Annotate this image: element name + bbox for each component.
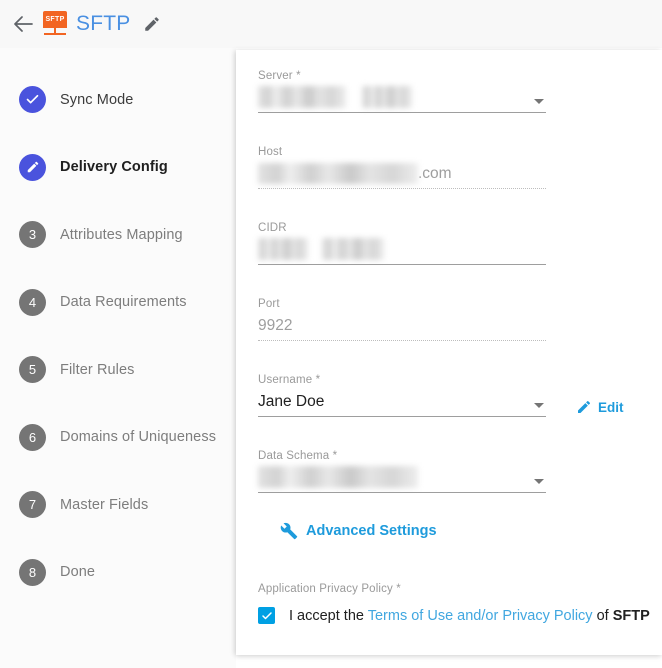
step-badge-pencil-icon bbox=[19, 153, 46, 181]
step-badge-number: 3 bbox=[19, 221, 46, 249]
sidebar-step-data-requirements[interactable]: 4 Data Requirements bbox=[0, 269, 236, 337]
step-badge-number: 5 bbox=[19, 356, 46, 384]
field-label-host: Host bbox=[258, 146, 283, 158]
field-underline bbox=[258, 112, 546, 113]
sidebar-step-master-fields[interactable]: 7 Master Fields bbox=[0, 471, 236, 539]
terms-of-use-link[interactable]: Terms of Use and/or Privacy Policy bbox=[368, 608, 593, 624]
port-input: 9922 bbox=[258, 314, 546, 341]
check-icon bbox=[261, 611, 272, 619]
field-underline bbox=[258, 492, 546, 493]
step-badge-number: 8 bbox=[19, 558, 46, 586]
sidebar-step-sync-mode[interactable]: Sync Mode bbox=[0, 66, 236, 134]
cidr-value-redacted bbox=[258, 238, 308, 260]
host-input: .com bbox=[258, 162, 546, 189]
server-value-redacted-2 bbox=[362, 86, 413, 108]
page-title: SFTP bbox=[76, 12, 131, 35]
wrench-icon bbox=[280, 522, 298, 540]
advanced-settings-link[interactable]: Advanced Settings bbox=[280, 522, 437, 540]
advanced-settings-label: Advanced Settings bbox=[306, 523, 437, 539]
sidebar-step-attributes-mapping[interactable]: 3 Attributes Mapping bbox=[0, 201, 236, 269]
privacy-app-name: SFTP bbox=[612, 607, 650, 624]
server-value-redacted bbox=[258, 86, 346, 108]
data-schema-value-redacted bbox=[258, 466, 418, 488]
field-data-schema: Data Schema * bbox=[258, 450, 662, 493]
sidebar-step-filter-rules[interactable]: 5 Filter Rules bbox=[0, 336, 236, 404]
privacy-policy-label: Application Privacy Policy * bbox=[258, 583, 401, 595]
sidebar-step-label: Sync Mode bbox=[60, 91, 134, 108]
field-label-data-schema: Data Schema * bbox=[258, 450, 338, 462]
privacy-consent-text: I accept the Terms of Use and/or Privacy… bbox=[289, 608, 650, 624]
edit-link-label: Edit bbox=[598, 399, 624, 415]
sidebar-step-domains-of-uniqueness[interactable]: 6 Domains of Uniqueness bbox=[0, 404, 236, 472]
username-row: Jane Doe Edit bbox=[258, 390, 662, 417]
sidebar-step-delivery-config[interactable]: Delivery Config bbox=[0, 134, 236, 202]
sidebar-step-label: Attributes Mapping bbox=[60, 226, 183, 243]
app-logo-stand-base bbox=[44, 33, 66, 35]
host-value-redacted bbox=[258, 163, 418, 185]
check-glyph bbox=[26, 95, 39, 104]
privacy-policy-block: Application Privacy Policy * I accept th… bbox=[258, 583, 662, 624]
field-port: Port 9922 bbox=[258, 298, 662, 341]
sidebar-step-label: Delivery Config bbox=[60, 159, 168, 176]
field-underline-disabled bbox=[258, 340, 546, 341]
step-badge-check-icon bbox=[19, 86, 46, 114]
delivery-config-panel: Server * Host .com CIDR Port 9922 Userna… bbox=[236, 50, 662, 655]
field-label-server: Server * bbox=[258, 70, 301, 82]
field-username: Username * Jane Doe Edit bbox=[258, 374, 662, 417]
server-select[interactable] bbox=[258, 86, 546, 113]
sidebar-step-done[interactable]: 8 Done bbox=[0, 539, 236, 607]
back-arrow-icon[interactable] bbox=[10, 11, 36, 37]
field-label-username: Username * bbox=[258, 374, 321, 386]
sidebar-step-label: Filter Rules bbox=[60, 361, 135, 378]
arrow-left-glyph bbox=[14, 16, 33, 32]
privacy-text-middle: of bbox=[592, 607, 613, 624]
app-logo-text: SFTP bbox=[43, 11, 67, 28]
sidebar-step-label: Domains of Uniqueness bbox=[60, 429, 217, 446]
pencil-glyph bbox=[145, 17, 160, 31]
wizard-sidebar: Sync Mode Delivery Config 3 Attributes M… bbox=[0, 48, 236, 668]
host-value-suffix: .com bbox=[418, 165, 452, 182]
chevron-down-icon[interactable] bbox=[534, 403, 544, 408]
field-server: Server * bbox=[258, 70, 662, 113]
privacy-text-before: I accept the bbox=[289, 607, 368, 624]
field-underline bbox=[258, 264, 546, 265]
field-label-cidr: CIDR bbox=[258, 222, 287, 234]
privacy-accept-checkbox[interactable] bbox=[258, 607, 275, 624]
chevron-down-icon[interactable] bbox=[534, 99, 544, 104]
pencil-glyph bbox=[27, 161, 38, 173]
data-schema-select[interactable] bbox=[258, 466, 546, 493]
step-badge-number: 4 bbox=[19, 288, 46, 316]
field-label-port: Port bbox=[258, 298, 280, 310]
step-badge-number: 6 bbox=[19, 423, 46, 451]
field-underline-disabled bbox=[258, 188, 546, 189]
app-header: SFTP SFTP bbox=[0, 0, 662, 48]
cidr-input[interactable] bbox=[258, 238, 546, 265]
privacy-consent-row: I accept the Terms of Use and/or Privacy… bbox=[258, 607, 662, 624]
username-value: Jane Doe bbox=[258, 393, 325, 410]
chevron-down-icon[interactable] bbox=[534, 479, 544, 484]
sftp-app-logo-icon: SFTP bbox=[42, 11, 68, 37]
field-cidr: CIDR bbox=[258, 222, 662, 265]
sidebar-step-label: Master Fields bbox=[60, 496, 149, 513]
pencil-icon bbox=[578, 400, 591, 413]
port-value: 9922 bbox=[258, 317, 293, 334]
edit-title-pencil-icon[interactable] bbox=[142, 14, 162, 34]
cidr-value-redacted-2 bbox=[322, 238, 385, 260]
sidebar-step-label: Data Requirements bbox=[60, 294, 187, 311]
step-badge-number: 7 bbox=[19, 491, 46, 519]
username-select[interactable]: Jane Doe bbox=[258, 390, 546, 417]
field-underline bbox=[258, 416, 546, 417]
field-host: Host .com bbox=[258, 146, 662, 189]
sidebar-step-label: Done bbox=[60, 564, 96, 581]
edit-username-link[interactable]: Edit bbox=[576, 399, 624, 415]
